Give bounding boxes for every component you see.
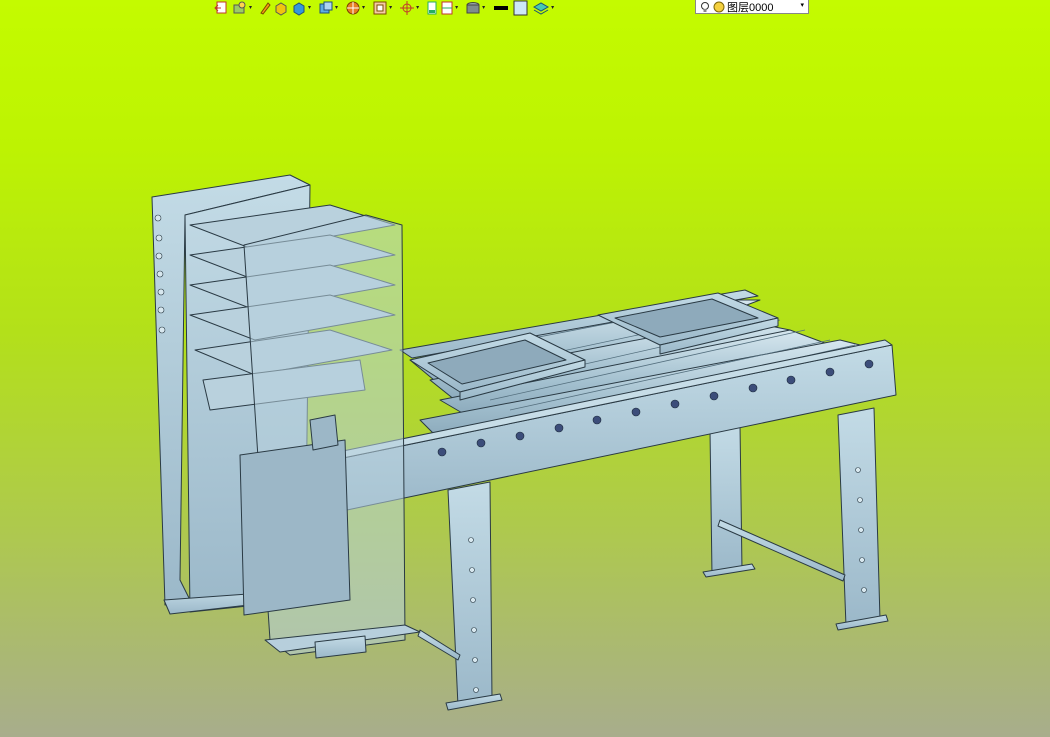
layer-select[interactable]: 图层0000 ▾ [695,0,809,14]
exit-sketch-button[interactable] [214,0,230,16]
box-yellow-icon [275,2,287,16]
light-icon [466,2,480,14]
assembly-button[interactable]: ▾ [291,0,316,16]
render-mode-icon [233,1,246,14]
layer-color-icon[interactable] [713,1,725,13]
view-orientation-button[interactable]: ▾ [318,0,343,16]
exit-sketch-icon [214,1,227,14]
layer-stack-button[interactable]: ▾ [532,0,559,16]
leg-holes [468,467,867,693]
layer-stack-icon [533,2,550,15]
view-toolbar: ▾ ▾ ▾ ▾ ▾ ▾ ▾ ▾ ▾ [214,0,559,16]
dropdown-arrow[interactable]: ▾ [249,0,252,16]
conveyor-far-leg-right [835,407,889,631]
dropdown-arrow[interactable]: ▾ [362,0,365,16]
dropdown-arrow[interactable]: ▾ [335,0,338,16]
dropdown-arrow[interactable]: ▾ [455,0,458,16]
display-style-button[interactable]: ▾ [372,0,397,16]
dropdown-arrow[interactable]: ▾ [308,0,311,16]
section-view-icon [346,1,360,15]
fill-color-icon [513,0,528,16]
section-view-button[interactable]: ▾ [345,0,370,16]
line-color-button[interactable] [492,0,510,16]
dropdown-arrow[interactable]: ▾ [389,0,392,16]
dropdown-arrow[interactable]: ▾ [482,0,485,16]
origin-axis-button[interactable]: ▾ [399,0,424,16]
box-blue-icon [293,2,305,16]
pencil-icon [260,2,271,15]
sheet-button[interactable] [426,0,438,16]
near-cross-brace [417,629,461,661]
bulb-icon[interactable] [700,1,710,13]
render-mode-button[interactable]: ▾ [232,0,257,16]
display-style-icon [373,1,387,15]
origin-axis-icon [400,1,415,15]
dropdown-arrow[interactable]: ▾ [416,0,419,16]
fill-color-button[interactable] [512,0,530,16]
conveyor-near-leg [445,481,503,711]
chevron-down-icon[interactable]: ▾ [800,1,804,9]
cad-model-view[interactable] [0,0,1050,737]
line-color-icon [494,6,509,10]
dropdown-arrow[interactable]: ▾ [551,0,554,16]
view-orient-icon [319,1,333,14]
light-button[interactable]: ▾ [465,0,490,16]
sheet-icon [427,1,437,15]
sheet-format-icon [441,1,453,15]
sheet-format-button[interactable]: ▾ [440,0,463,16]
conveyor-far-leg-left [702,424,756,578]
part-button[interactable] [273,0,289,16]
pencil-button[interactable] [259,0,271,16]
graphics-viewport[interactable]: ▾ ▾ ▾ ▾ ▾ ▾ ▾ ▾ ▾ 图层0000 ▾ [0,0,1050,737]
layer-name: 图层0000 [727,1,774,14]
